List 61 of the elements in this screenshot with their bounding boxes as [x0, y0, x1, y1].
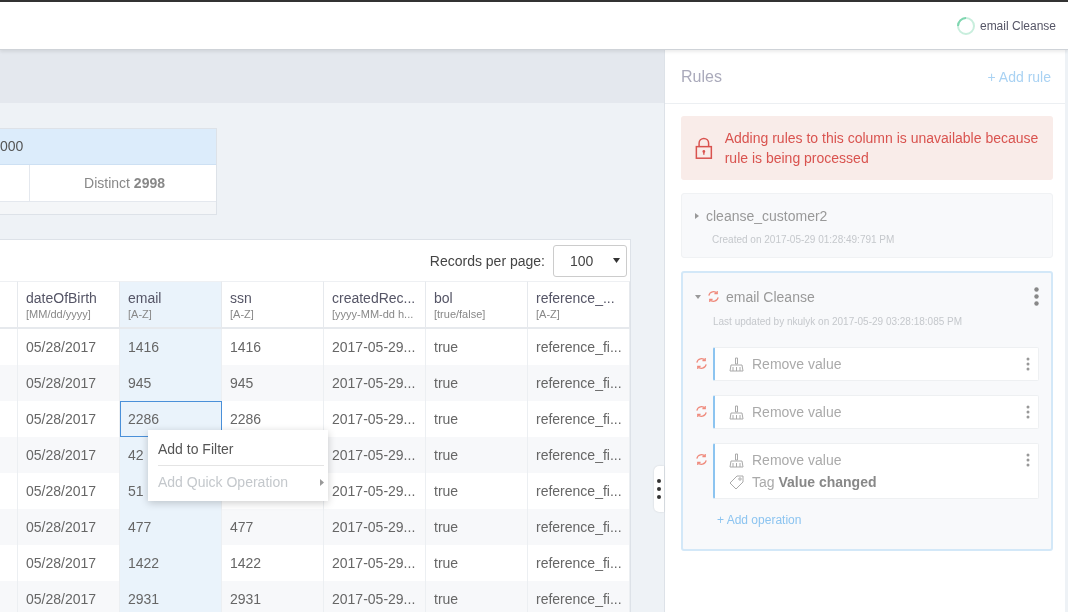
table-cell: 05/28/2017 [18, 581, 120, 612]
job-label[interactable]: email Cleanse [979, 18, 1056, 33]
dots-icon [657, 478, 661, 500]
caret-down-icon[interactable] [695, 293, 701, 300]
column-name: dateOfBirth [26, 290, 98, 306]
column-name: email [128, 290, 163, 306]
alert-message: Adding rules to this column is unavailable because rule is being processed [724, 129, 1039, 168]
column-name: bol [434, 290, 454, 306]
table-cell: 945 [222, 365, 324, 401]
records-per-page-label: Records per page: [429, 252, 545, 269]
table-cell: 05/28/2017 [18, 365, 120, 401]
column-name: ssn [230, 290, 253, 306]
column-format: [A-Z] [128, 308, 153, 320]
caret-right-icon[interactable] [694, 213, 700, 219]
table-cell: 2017-05-29... [324, 581, 426, 612]
table-cell: 2017-05-29... [324, 509, 426, 545]
operation-name: Remove value [752, 356, 842, 372]
broom-icon [729, 404, 744, 420]
more-options-icon[interactable] [1026, 405, 1030, 419]
column-format: [MM/dd/yyyy] [26, 308, 92, 320]
table-cell: true [426, 365, 528, 401]
more-options-icon[interactable] [1034, 287, 1039, 306]
caret-icon [613, 258, 620, 263]
table-cell: 2931 [120, 581, 222, 612]
table-cell: reference_fi... [528, 509, 630, 545]
more-options-icon[interactable] [1026, 357, 1030, 371]
table-cell: 477 [222, 509, 324, 545]
more-options-icon[interactable] [1026, 453, 1030, 467]
table-cell: true [426, 581, 528, 612]
table-cell: 477 [120, 509, 222, 545]
column-header[interactable]: email [A-Z] [120, 281, 222, 329]
distinct-count: Distinct 2998 [84, 175, 165, 191]
table-cell: 05/28/2017 [18, 509, 120, 545]
operation-name: Remove value [752, 452, 842, 468]
column-format: [yyyy-MM-dd h... [332, 308, 415, 320]
table-cell: 2017-05-29... [324, 365, 426, 401]
table-cell: true [426, 437, 528, 473]
table-cell: 2931 [222, 581, 324, 612]
stats-header: 000 [0, 129, 216, 165]
drag-handle[interactable] [654, 466, 664, 512]
broom-icon [729, 452, 744, 468]
table-cell: 1422 [120, 545, 222, 581]
column-name: reference_... [536, 290, 616, 306]
operation-name: Remove value [752, 404, 842, 420]
table-cell: reference_fi... [528, 437, 630, 473]
table-cell: reference_fi... [528, 581, 630, 612]
panel-title: Rules [681, 67, 722, 86]
table-cell: true [426, 509, 528, 545]
table-cell: 05/28/2017 [18, 437, 120, 473]
table-cell: 945 [120, 365, 222, 401]
column-format: [true/false] [434, 308, 487, 320]
operation-card[interactable]: Remove value Tag Value changed [713, 443, 1039, 499]
table-cell: reference_fi... [528, 365, 630, 401]
broom-icon [729, 356, 744, 372]
column-name: createdRec... [332, 290, 417, 306]
tag-icon [729, 474, 744, 490]
table-cell: 1416 [120, 329, 222, 365]
operation-tag: Tag Value changed [752, 474, 877, 490]
column-format: [A-Z] [536, 308, 561, 320]
column-format: [A-Z] [230, 308, 255, 320]
records-per-page-select[interactable]: 100 [553, 244, 627, 277]
